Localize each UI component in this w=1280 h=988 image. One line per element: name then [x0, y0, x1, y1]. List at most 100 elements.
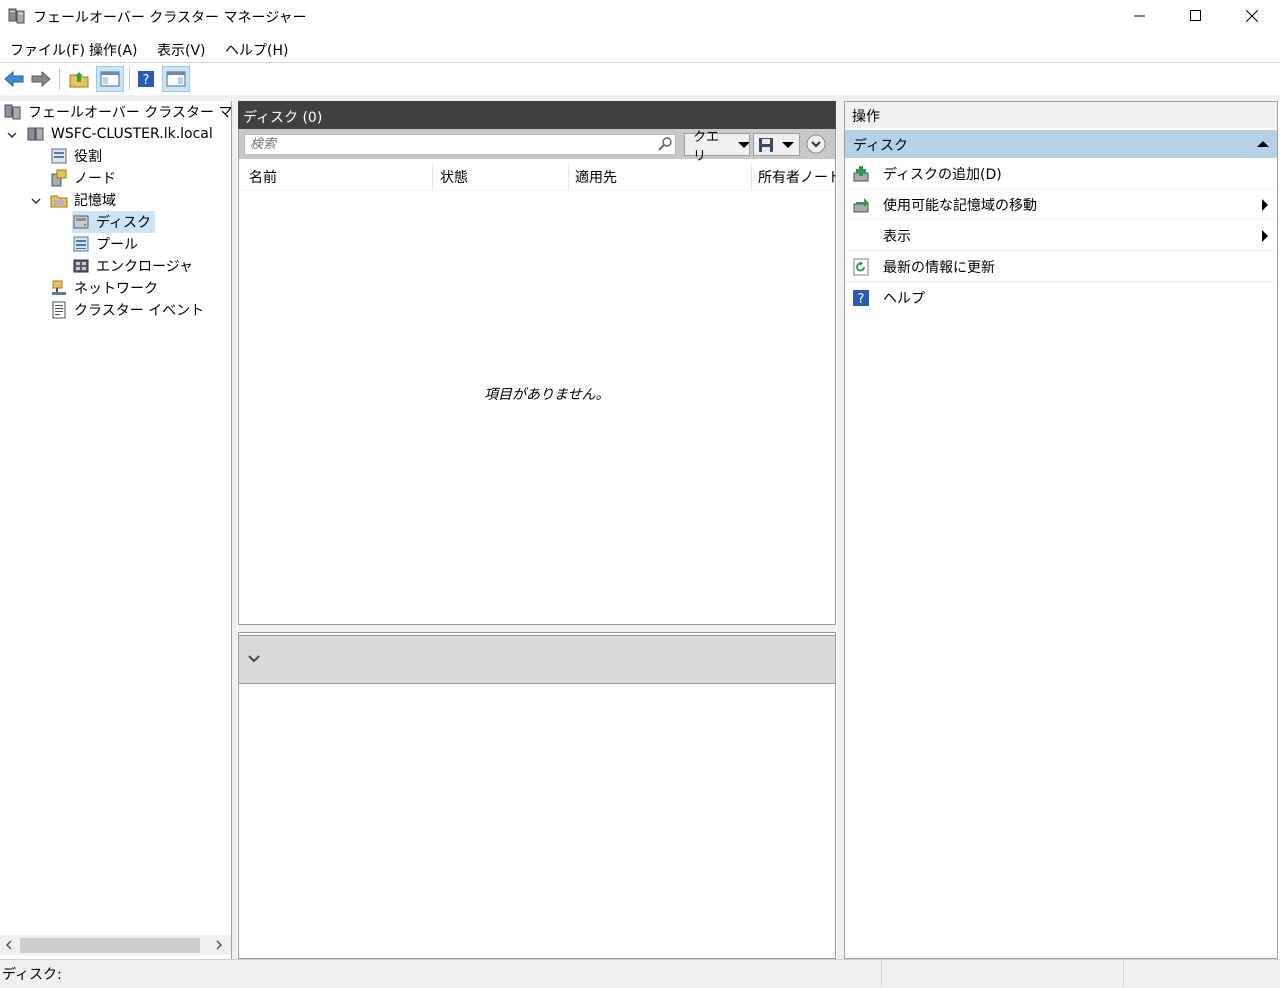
nodes-icon — [51, 169, 67, 187]
query-button[interactable]: クエリ — [684, 130, 750, 164]
actions-section-header[interactable] — [845, 130, 1277, 158]
forward-arrow-icon — [31, 71, 51, 87]
cluster-icon — [27, 127, 44, 141]
expand-filter-button[interactable] — [806, 133, 828, 156]
divider — [239, 190, 835, 191]
storage-icon — [50, 195, 68, 208]
back-button[interactable] — [2, 66, 26, 92]
menu-action[interactable]: 操作(A) — [89, 40, 138, 60]
svg-text:?: ? — [858, 292, 865, 307]
menu-view[interactable]: 表示(V) — [157, 40, 206, 60]
tree-item-label: ノード — [74, 171, 116, 187]
tree-item-storage[interactable]: 記憶域 — [50, 189, 116, 211]
dropdown-arrow-icon — [737, 141, 749, 148]
tree-item-root[interactable]: フェールオーバー クラスター マネージャ — [4, 101, 231, 123]
actions-header — [845, 102, 1277, 128]
maximize-icon — [1190, 10, 1201, 21]
tree-item-roles[interactable]: 役割 — [50, 145, 102, 167]
up-folder-button[interactable] — [67, 66, 91, 92]
action-view[interactable]: 表示 — [846, 221, 1276, 251]
column-header-name[interactable]: 名前 — [239, 165, 433, 191]
add-disk-icon — [853, 166, 869, 182]
status-divider — [1123, 961, 1124, 987]
help-icon: ? — [853, 290, 869, 307]
tree-item-label: 記憶域 — [74, 193, 116, 209]
close-button[interactable] — [1224, 0, 1280, 32]
toolbar-separator — [59, 68, 60, 90]
roles-icon — [51, 148, 67, 164]
tree-item-label: プール — [96, 237, 138, 253]
scroll-left-icon[interactable] — [4, 939, 14, 951]
chevron-down-icon[interactable] — [6, 129, 18, 141]
back-arrow-icon — [4, 71, 24, 87]
dropdown-arrow-icon — [782, 142, 794, 148]
action-refresh[interactable]: 最新の情報に更新 — [846, 252, 1276, 282]
column-header-status[interactable]: 状態 — [433, 165, 569, 191]
column-header-owner-node[interactable]: 所有者ノード — [752, 165, 835, 191]
chevron-down-icon[interactable] — [247, 654, 261, 664]
status-text: ディスク: — [2, 967, 62, 983]
action-label: 使用可能な記憶域の移動 — [883, 198, 1037, 214]
action-help[interactable]: ? ヘルプ — [846, 283, 1276, 313]
minimize-icon — [1134, 15, 1145, 17]
tree-item-enclosures[interactable]: エンクロージャ — [72, 255, 193, 277]
actions-section-label: ディスク — [853, 138, 909, 154]
help-button[interactable]: ? — [134, 66, 158, 92]
save-icon — [759, 138, 773, 152]
pool-icon — [73, 236, 89, 252]
disk-icon — [73, 215, 89, 229]
tree-item-networks[interactable]: ネットワーク — [50, 277, 158, 299]
close-icon — [1246, 10, 1258, 22]
help-icon: ? — [138, 71, 154, 88]
event-log-icon — [52, 301, 66, 319]
menu-help[interactable]: ヘルプ(H) — [225, 40, 288, 60]
search-input[interactable]: 検索 — [244, 134, 676, 155]
actions-title: 操作 — [852, 109, 880, 125]
pane-splitter[interactable] — [837, 101, 844, 959]
tree-item-nodes[interactable]: ノード — [50, 167, 116, 189]
show-hide-console-tree-button[interactable] — [96, 66, 124, 92]
chevron-circle-down-icon — [806, 134, 826, 154]
action-move-available-storage[interactable]: 使用可能な記憶域の移動 — [846, 190, 1276, 220]
tree-item-label: クラスター イベント — [74, 303, 205, 319]
tree-item-label: ディスク — [96, 215, 152, 231]
toolbar-separator — [129, 68, 130, 90]
chevron-down-icon[interactable] — [30, 195, 42, 207]
console-tree-icon — [100, 71, 120, 87]
scrollbar-thumb[interactable] — [20, 938, 200, 953]
svg-text:?: ? — [143, 73, 150, 88]
tree-item-cluster[interactable]: WSFC-CLUSTER.lk.local — [27, 123, 213, 145]
tree-item-disks[interactable]: ディスク — [72, 211, 156, 233]
menu-file[interactable]: ファイル(F) — [10, 40, 85, 60]
details-header — [239, 635, 835, 684]
move-storage-icon — [853, 198, 869, 213]
tree-item-label: エンクロージャ — [96, 259, 194, 275]
scroll-right-icon[interactable] — [214, 939, 224, 951]
console-tree: フェールオーバー クラスター マネージャ WSFC-CLUSTER.lk.loc… — [0, 101, 232, 959]
cluster-manager-icon — [4, 104, 21, 120]
tree-item-label: 役割 — [74, 149, 102, 165]
submenu-arrow-icon — [1262, 230, 1268, 242]
tree-item-pools[interactable]: プール — [72, 233, 138, 255]
action-pane-icon — [166, 71, 186, 87]
action-label: 最新の情報に更新 — [883, 260, 995, 276]
search-icon[interactable] — [657, 136, 673, 152]
network-icon — [52, 280, 66, 295]
pane-splitter[interactable] — [232, 101, 237, 959]
save-query-button[interactable] — [753, 133, 800, 156]
status-bar — [0, 959, 1280, 988]
collapse-up-icon[interactable] — [1257, 140, 1269, 148]
tree-item-cluster-events[interactable]: クラスター イベント — [50, 299, 204, 321]
minimize-button[interactable] — [1112, 0, 1168, 32]
pane-splitter[interactable] — [238, 625, 836, 632]
tree-item-label: WSFC-CLUSTER.lk.local — [51, 126, 213, 142]
column-header-assigned-to[interactable]: 適用先 — [569, 165, 752, 191]
cluster-manager-icon — [8, 8, 25, 24]
empty-list-message: 項目がありません。 — [484, 387, 610, 403]
maximize-button[interactable] — [1168, 0, 1224, 32]
forward-button[interactable] — [29, 66, 53, 92]
action-label: 表示 — [883, 229, 911, 245]
show-hide-action-pane-button[interactable] — [162, 66, 190, 92]
action-add-disk[interactable]: ディスクの追加(D) — [846, 159, 1276, 189]
refresh-icon — [853, 258, 869, 276]
